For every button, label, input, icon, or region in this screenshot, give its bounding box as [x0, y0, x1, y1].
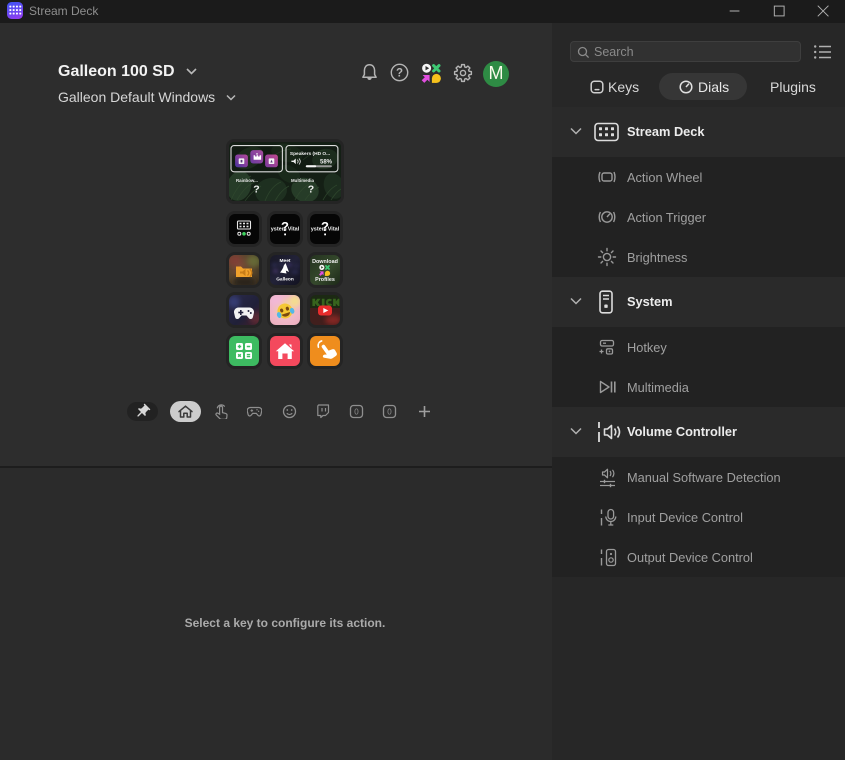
svg-text:0: 0	[387, 408, 392, 417]
svg-text:0: 0	[354, 408, 359, 417]
